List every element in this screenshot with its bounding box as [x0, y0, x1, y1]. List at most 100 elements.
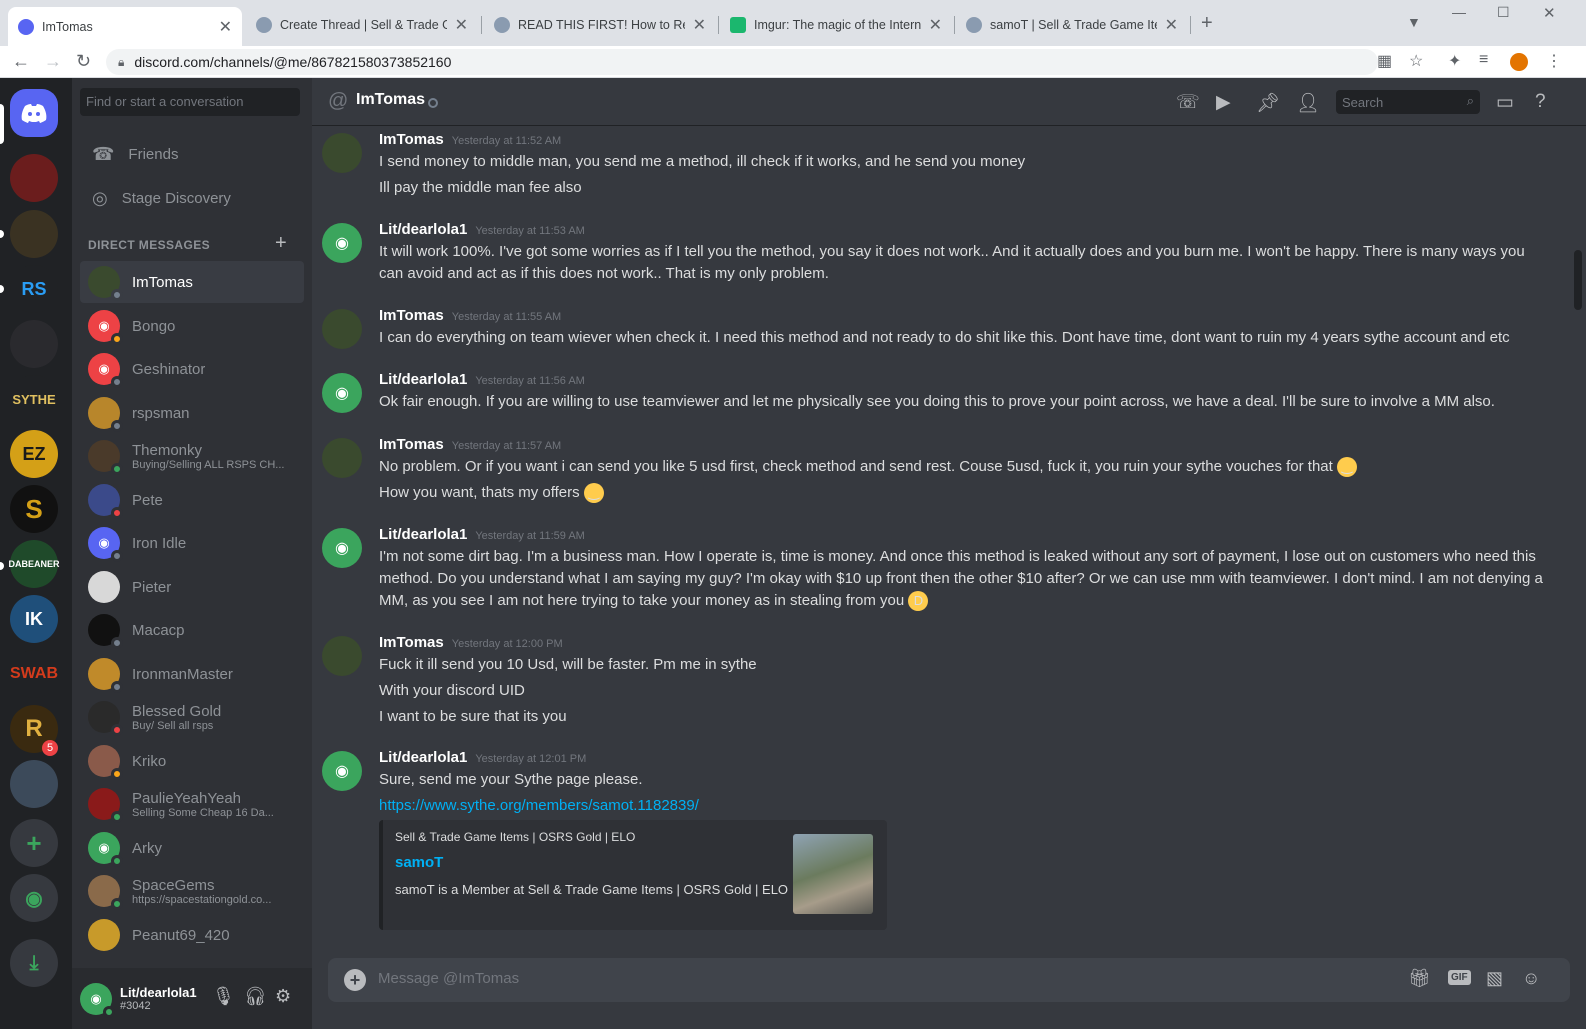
settings-gear-icon[interactable]: ⚙ [275, 986, 291, 1007]
author-avatar[interactable]: ◉ [322, 528, 362, 568]
window-close-icon[interactable]: ✕ [1543, 4, 1556, 22]
dm-item[interactable]: ◉ Arky [80, 827, 304, 869]
browser-tab-read-this-first[interactable]: READ THIS FIRST! How to Report ✕ [484, 8, 716, 42]
extensions-icon[interactable]: ✦ [1448, 51, 1461, 71]
sticker-icon[interactable]: ▧ [1486, 968, 1503, 989]
dm-item[interactable]: Themonky Buying/Selling ALL RSPS CH... [80, 435, 304, 477]
gif-button[interactable]: GIF [1448, 970, 1471, 985]
dm-item[interactable]: Macacp [80, 609, 304, 651]
explore-servers-icon[interactable]: ◉ [10, 874, 58, 922]
inbox-icon[interactable]: ▭ [1496, 91, 1514, 114]
author-avatar[interactable]: ◉ [322, 751, 362, 791]
search-input[interactable]: Search ⌕ [1336, 90, 1480, 114]
maximize-icon[interactable]: ☐ [1497, 4, 1510, 21]
server-ik-icon[interactable]: IK [10, 595, 58, 643]
reload-icon[interactable]: ↻ [76, 51, 91, 72]
message-author[interactable]: ImTomas [379, 634, 444, 651]
dm-item[interactable]: Blessed Gold Buy/ Sell all rsps [80, 696, 304, 738]
browser-tab-imtomas[interactable]: ImTomas ✕ [8, 7, 242, 46]
author-avatar[interactable] [322, 636, 362, 676]
add-server-icon[interactable]: + [10, 819, 58, 867]
server-swab-icon[interactable]: SWAB [10, 650, 58, 698]
chrome-menu-icon[interactable]: ⋮ [1546, 51, 1562, 71]
message-author[interactable]: Lit/dearlola1 [379, 371, 467, 388]
author-avatar[interactable] [322, 438, 362, 478]
author-avatar[interactable] [322, 133, 362, 173]
embed-title[interactable]: samoT [395, 854, 443, 871]
profile-avatar-icon[interactable] [1510, 53, 1528, 71]
server-knight-icon[interactable] [10, 320, 58, 368]
close-tab-icon[interactable]: ✕ [219, 17, 232, 37]
message-scrollbar[interactable] [1574, 250, 1582, 310]
message-author[interactable]: Lit/dearlola1 [379, 221, 467, 238]
dm-item[interactable]: Peanut69_420 [80, 914, 304, 956]
dm-item[interactable]: ◉ Bongo [80, 305, 304, 347]
video-call-icon[interactable]: ▶ [1216, 91, 1231, 114]
bookmark-star-icon[interactable]: ☆ [1409, 51, 1423, 71]
server-lion-icon[interactable] [10, 210, 58, 258]
message-author[interactable]: ImTomas [379, 436, 444, 453]
friends-nav[interactable]: ☎ Friends [80, 133, 304, 175]
dm-item[interactable]: IronmanMaster [80, 653, 304, 695]
server-ez-icon[interactable]: EZ [10, 430, 58, 478]
author-avatar[interactable]: ◉ [322, 223, 362, 263]
dm-item[interactable]: Pete [80, 479, 304, 521]
close-tab-icon[interactable]: ✕ [1165, 15, 1178, 35]
server-swords-icon[interactable] [10, 760, 58, 808]
message-link[interactable]: https://www.sythe.org/members/samot.1182… [379, 795, 1549, 817]
close-tab-icon[interactable]: ✕ [929, 15, 942, 35]
author-avatar[interactable]: ◉ [322, 373, 362, 413]
forward-icon[interactable]: → [44, 51, 62, 72]
embed-thumbnail[interactable] [793, 834, 873, 914]
close-tab-icon[interactable]: ✕ [693, 15, 706, 35]
close-tab-icon[interactable]: ✕ [455, 15, 468, 35]
dm-item[interactable]: PaulieYeahYeah Selling Some Cheap 16 Da..… [80, 783, 304, 825]
minimize-icon[interactable]: — [1452, 4, 1466, 20]
mute-mic-icon[interactable]: 🎙︎ [212, 986, 235, 1007]
shield-favicon-icon [256, 17, 272, 33]
voice-call-icon[interactable]: ☏ [1176, 91, 1200, 114]
dm-item[interactable]: ◉ Iron Idle [80, 522, 304, 564]
home-discord-icon[interactable] [10, 89, 58, 137]
server-s-icon[interactable]: S [10, 485, 58, 533]
attach-plus-icon[interactable]: + [344, 969, 366, 991]
add-friend-icon[interactable]: 👤︎ [1296, 91, 1320, 115]
server-sythe-icon[interactable]: SYTHE [10, 375, 58, 423]
create-dm-icon[interactable]: + [275, 232, 287, 255]
pinned-messages-icon[interactable]: 📌︎ [1256, 91, 1280, 115]
browser-tab-samot[interactable]: samoT | Sell & Trade Game Items ✕ [956, 8, 1188, 42]
message-timestamp: Yesterday at 11:57 AM [451, 440, 562, 452]
author-avatar[interactable] [322, 309, 362, 349]
message-author[interactable]: ImTomas [379, 131, 444, 148]
dm-item[interactable]: Kriko [80, 740, 304, 782]
embed-provider[interactable]: Sell & Trade Game Items | OSRS Gold | EL… [395, 830, 635, 844]
url-field[interactable]: 🔒︎ discord.com/channels/@me/867821580373… [106, 49, 1378, 75]
server-dabeaner-icon[interactable]: DABEANER [9, 540, 60, 588]
dm-item[interactable]: rspsman [80, 392, 304, 434]
back-icon[interactable]: ← [12, 51, 30, 72]
media-control-icon[interactable]: ≡ [1479, 51, 1488, 69]
message-author[interactable]: ImTomas [379, 307, 444, 324]
find-conversation-input[interactable]: Find or start a conversation [80, 88, 300, 116]
dm-item[interactable]: Pieter [80, 566, 304, 608]
dm-item[interactable]: ImTomas [80, 261, 304, 303]
stage-discovery-nav[interactable]: ◎ Stage Discovery [80, 177, 304, 219]
headphones-icon[interactable]: 🎧︎ [244, 986, 267, 1007]
dm-item[interactable]: SpaceGems https://spacestationgold.co... [80, 870, 304, 912]
new-tab-icon[interactable]: + [1201, 12, 1213, 35]
dm-item[interactable]: ◉ Geshinator [80, 348, 304, 390]
download-apps-icon[interactable]: ⤓ [10, 939, 58, 987]
server-rs-icon[interactable]: RS [10, 265, 58, 313]
browser-tab-create-thread[interactable]: Create Thread | Sell & Trade Gam ✕ [246, 8, 478, 42]
qr-code-icon[interactable]: ▦ [1377, 51, 1392, 71]
browser-tab-imgur[interactable]: Imgur: The magic of the Internet ✕ [720, 8, 952, 42]
server-red-icon[interactable] [10, 154, 58, 202]
tab-search-icon[interactable]: ▼ [1407, 14, 1421, 30]
message-input[interactable]: Message @ImTomas [378, 970, 519, 987]
help-icon[interactable]: ? [1535, 91, 1546, 113]
emoji-picker-icon[interactable]: ☺ [1522, 968, 1540, 989]
user-avatar[interactable]: ◉ [80, 982, 115, 1018]
message-author[interactable]: Lit/dearlola1 [379, 526, 467, 543]
gift-icon[interactable]: 🎁︎ [1408, 968, 1431, 989]
message-author[interactable]: Lit/dearlola1 [379, 749, 467, 766]
